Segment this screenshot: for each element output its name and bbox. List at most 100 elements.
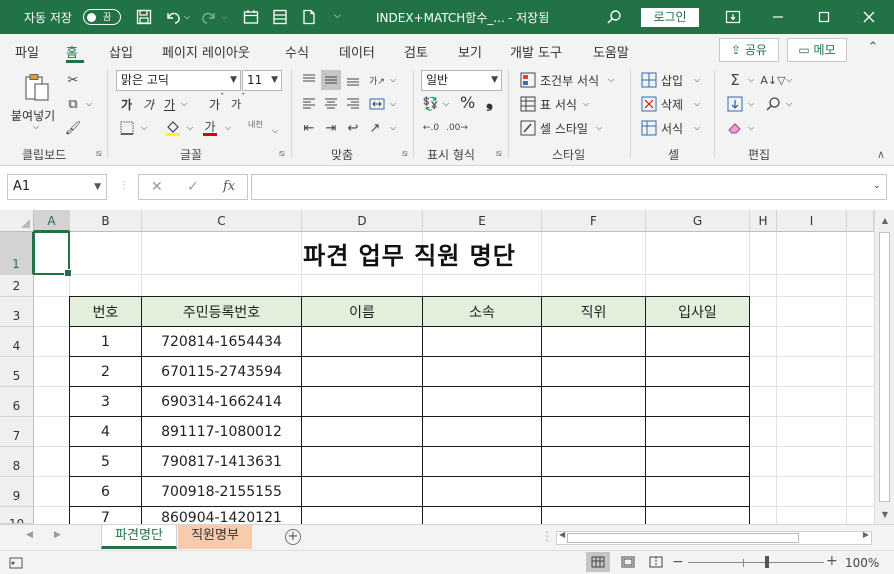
align-center-icon[interactable] <box>321 94 341 114</box>
tab-page-layout[interactable]: 페이지 레이아웃 <box>162 42 250 61</box>
column-header-i[interactable]: I <box>777 210 847 232</box>
column-header-h[interactable]: H <box>750 210 777 232</box>
page-break-view-icon[interactable] <box>646 552 666 572</box>
table-cell-resident-number[interactable]: 720814-1654434 <box>142 327 302 357</box>
tab-home[interactable]: 홈 <box>66 42 78 61</box>
table-cell-number[interactable]: 1 <box>70 327 142 357</box>
column-header-g[interactable]: G <box>646 210 750 232</box>
shrink-font-button[interactable]: 가 <box>231 96 241 112</box>
maximize-icon[interactable] <box>813 6 835 28</box>
tab-developer[interactable]: 개발 도구 <box>510 42 562 61</box>
table-cell-hire-date[interactable] <box>646 417 750 447</box>
scroll-up-icon[interactable]: ▲ <box>875 212 894 230</box>
sort-filter-dropdown-icon[interactable]: ⌵ <box>786 75 792 85</box>
select-all-corner[interactable] <box>0 210 34 232</box>
new-file-icon[interactable] <box>298 6 320 28</box>
name-box[interactable]: A1 ▼ <box>7 174 107 200</box>
table-cell-resident-number[interactable]: 670115-2743594 <box>142 357 302 387</box>
table-cell-name[interactable] <box>302 417 423 447</box>
cell-styles-dropdown-icon[interactable]: ⌵ <box>596 123 602 133</box>
scroll-right-icon[interactable]: ▶ <box>863 530 869 539</box>
comments-button[interactable]: ▭ 메모 <box>787 38 847 62</box>
delete-cells-dropdown-icon[interactable]: ⌵ <box>694 99 700 109</box>
row-header-5[interactable]: 5 <box>0 357 34 387</box>
row-header-4[interactable]: 4 <box>0 327 34 357</box>
next-sheet-icon[interactable]: ▶ <box>54 530 61 540</box>
table-cell-hire-date[interactable] <box>646 327 750 357</box>
find-select-dropdown-icon[interactable]: ⌵ <box>786 99 792 109</box>
header-cell-position[interactable]: 직위 <box>542 297 646 327</box>
paste-icon[interactable] <box>22 72 52 104</box>
format-cells-dropdown-icon[interactable]: ⌵ <box>694 123 700 133</box>
add-sheet-icon[interactable]: + <box>285 529 301 545</box>
currency-dropdown-icon[interactable]: ⌵ <box>443 99 449 109</box>
decrease-decimal-icon[interactable]: .00→ <box>446 118 468 138</box>
formula-input[interactable]: ⌄ <box>251 174 887 200</box>
insert-cells-dropdown-icon[interactable]: ⌵ <box>694 75 700 85</box>
table-cell-hire-date[interactable] <box>646 357 750 387</box>
table-cell-position[interactable] <box>542 327 646 357</box>
table-cell-position[interactable] <box>542 357 646 387</box>
format-cells-icon[interactable] <box>639 118 659 138</box>
font-launcher-icon[interactable]: ⧅ <box>279 149 285 159</box>
find-select-icon[interactable] <box>763 94 783 114</box>
table-cell-hire-date[interactable] <box>646 447 750 477</box>
table-cell-department[interactable] <box>423 477 542 507</box>
fill-color-icon[interactable] <box>163 118 183 138</box>
table-cell-resident-number[interactable]: 891117-1080012 <box>142 417 302 447</box>
format-cells-button[interactable]: 서식 <box>661 120 683 137</box>
paste-dropdown-icon[interactable]: ⌵ <box>33 122 39 132</box>
zoom-slider-track[interactable] <box>688 562 824 563</box>
table-cell-name[interactable] <box>302 387 423 417</box>
borders-dropdown-icon[interactable]: ⌵ <box>141 123 147 133</box>
table-cell-name[interactable] <box>302 477 423 507</box>
insert-function-icon[interactable]: fx <box>223 179 235 194</box>
clear-dropdown-icon[interactable]: ⌵ <box>748 123 754 133</box>
vertical-scroll-thumb[interactable] <box>879 232 890 502</box>
table-cell-resident-number[interactable]: 690314-1662414 <box>142 387 302 417</box>
font-name-select[interactable]: 맑은 고딕 ▼ <box>116 70 241 91</box>
redo-icon[interactable] <box>198 6 220 28</box>
font-color-icon[interactable]: 가 <box>200 118 220 138</box>
prev-sheet-icon[interactable]: ◀ <box>26 530 33 540</box>
tab-insert[interactable]: 삽입 <box>109 42 133 61</box>
cell-styles-button[interactable]: 셀 스타일 <box>540 120 588 137</box>
table-cell-number[interactable]: 3 <box>70 387 142 417</box>
column-header-j[interactable] <box>847 210 874 232</box>
scroll-left-icon[interactable]: ◀ <box>559 530 565 539</box>
redo-dropdown-icon[interactable]: ⌵ <box>221 12 227 22</box>
form-icon[interactable] <box>269 6 291 28</box>
number-format-select[interactable]: 일반 ▼ <box>421 70 502 91</box>
currency-icon[interactable]: 💱 <box>421 94 441 114</box>
close-icon[interactable] <box>858 6 880 28</box>
save-icon[interactable] <box>133 6 155 28</box>
table-cell-department[interactable] <box>423 387 542 417</box>
sort-filter-icon[interactable]: A↓▽ <box>760 70 785 90</box>
bold-button[interactable]: 가 <box>121 96 132 113</box>
table-cell-number[interactable]: 6 <box>70 477 142 507</box>
underline-dropdown-icon[interactable]: ⌵ <box>181 99 187 109</box>
orientation-dropdown-icon[interactable]: ⌵ <box>390 75 396 85</box>
drag-handle-icon[interactable]: ⋮ <box>119 180 129 191</box>
insert-cells-icon[interactable] <box>639 70 659 90</box>
row-header-9[interactable]: 9 <box>0 477 34 507</box>
table-cell-hire-date[interactable] <box>646 387 750 417</box>
sheet-title-cell[interactable]: 파견 업무 직원 명단 <box>70 232 749 275</box>
merge-center-icon[interactable] <box>367 94 387 114</box>
row-header-8[interactable]: 8 <box>0 447 34 477</box>
row-header-6[interactable]: 6 <box>0 387 34 417</box>
column-header-d[interactable]: D <box>302 210 423 232</box>
row-header-2[interactable]: 2 <box>0 275 34 297</box>
format-painter-icon[interactable]: 🖌 <box>63 118 83 138</box>
align-left-icon[interactable] <box>299 94 319 114</box>
share-button[interactable]: ⇪ 공유 <box>719 38 779 62</box>
insert-cells-button[interactable]: 삽입 <box>661 72 683 89</box>
ribbon-collapse-icon[interactable]: ⌃ <box>862 40 884 60</box>
borders-icon[interactable] <box>117 118 137 138</box>
wrap-text-icon[interactable]: ↩ <box>343 118 363 138</box>
row-header-10[interactable]: 10 <box>0 507 34 524</box>
align-top-icon[interactable] <box>299 70 319 90</box>
login-button[interactable]: 로그인 <box>641 8 699 27</box>
table-cell-department[interactable] <box>423 327 542 357</box>
table-cell-department[interactable] <box>423 417 542 447</box>
